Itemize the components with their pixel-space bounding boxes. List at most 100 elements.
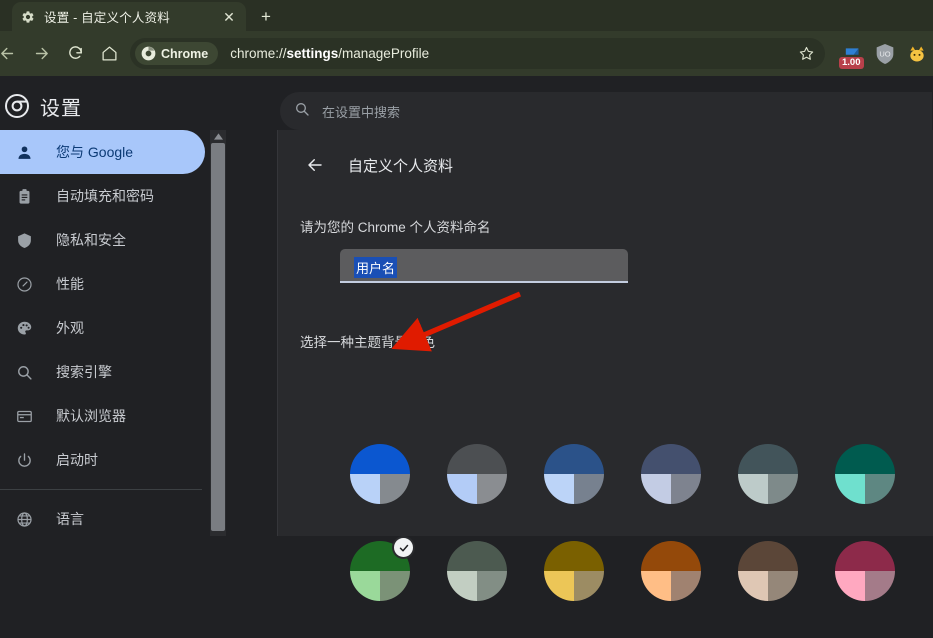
browser-window: 设置 - 自定义个人资料 ✕ + Chrome chrome://settin — [0, 0, 933, 536]
swatch-bottom-left — [738, 474, 768, 504]
sidebar-divider — [0, 489, 202, 490]
swatch-top — [544, 444, 604, 474]
shield-extension-icon[interactable]: UO — [871, 40, 899, 68]
swatch-top — [738, 444, 798, 474]
url-bold: settings — [287, 46, 339, 61]
theme-color-grid — [350, 444, 895, 638]
swatch-bottom-right — [477, 474, 507, 504]
swatch-bottom-left — [447, 474, 477, 504]
theme-color-row — [350, 541, 895, 601]
sidebar-item-label: 语言 — [56, 509, 84, 529]
swatch-top — [544, 541, 604, 571]
check-icon — [394, 538, 413, 557]
browser-tab[interactable]: 设置 - 自定义个人资料 ✕ — [12, 2, 246, 31]
badge-count: 1.00 — [839, 57, 864, 69]
swatch-bottom-right — [574, 571, 604, 601]
sidebar-item-label: 默认浏览器 — [56, 406, 126, 426]
swatch-bottom-left — [447, 571, 477, 601]
shield-icon — [14, 230, 34, 250]
page-title: 设置 — [40, 92, 82, 121]
sidebar-item-privacy-security[interactable]: 隐私和安全 — [0, 218, 205, 262]
clipboard-icon — [14, 186, 34, 206]
swatch-bottom-right — [768, 474, 798, 504]
search-icon — [294, 101, 310, 122]
swatch-bottom-left — [544, 474, 574, 504]
url-prefix: chrome:// — [230, 46, 286, 61]
theme-swatch[interactable] — [544, 444, 604, 504]
sidebar-item-you-and-google[interactable]: 您与 Google — [0, 130, 205, 174]
swatch-bottom-left — [835, 571, 865, 601]
sidebar-item-label: 您与 Google — [56, 142, 133, 162]
tab-title: 设置 - 自定义个人资料 — [44, 7, 220, 26]
swatch-top — [447, 541, 507, 571]
swatch-top — [447, 444, 507, 474]
settings-header: 设置 在设置中搜索 — [0, 76, 933, 130]
theme-swatch[interactable] — [641, 541, 701, 601]
palette-icon — [14, 318, 34, 338]
swatch-bottom-right — [671, 474, 701, 504]
swatch-bottom-left — [641, 474, 671, 504]
chrome-logo-icon — [141, 46, 156, 61]
swatch-top — [835, 541, 895, 571]
theme-swatch[interactable] — [835, 444, 895, 504]
power-icon — [14, 450, 34, 470]
sidebar-item-default-browser[interactable]: 默认浏览器 — [0, 394, 205, 438]
swatch-bottom-right — [671, 571, 701, 601]
chrome-logo-icon — [0, 92, 34, 120]
reload-icon[interactable] — [60, 39, 90, 69]
profile-name-selected-text: 用户名 — [354, 257, 397, 278]
cat-extension-icon[interactable] — [903, 40, 931, 68]
swatch-top — [738, 541, 798, 571]
theme-swatch[interactable] — [447, 444, 507, 504]
theme-swatch[interactable] — [738, 541, 798, 601]
settings-page: 设置 在设置中搜索 您与 Google 自动填充和密码 — [0, 76, 933, 536]
theme-swatch[interactable] — [350, 444, 410, 504]
bookmark-star-icon[interactable] — [793, 41, 819, 67]
extension-badge-icon[interactable]: 1.00 — [839, 40, 867, 68]
theme-swatch[interactable] — [738, 444, 798, 504]
arrow-back-icon[interactable] — [0, 39, 22, 69]
globe-icon — [14, 509, 34, 529]
swatch-bottom-right — [380, 474, 410, 504]
swatch-bottom-right — [380, 571, 410, 601]
sidebar-item-autofill[interactable]: 自动填充和密码 — [0, 174, 205, 218]
scrollbar-thumb[interactable] — [211, 143, 225, 531]
sidebar-item-appearance[interactable]: 外观 — [0, 306, 205, 350]
theme-swatch[interactable] — [447, 541, 507, 601]
name-section-label: 请为您的 Chrome 个人资料命名 — [278, 216, 933, 236]
sidebar-item-search-engine[interactable]: 搜索引擎 — [0, 350, 205, 394]
arrow-back-icon[interactable] — [304, 154, 326, 176]
content-title: 自定义个人资料 — [348, 155, 453, 176]
chrome-chip-label: Chrome — [161, 47, 208, 61]
sidebar-item-label: 启动时 — [56, 450, 98, 470]
address-bar[interactable]: Chrome chrome://settings/manageProfile — [130, 38, 825, 69]
url-suffix: /manageProfile — [338, 46, 429, 61]
swatch-bottom-right — [865, 571, 895, 601]
theme-swatch[interactable] — [641, 444, 701, 504]
profile-name-field-wrap: 用户名 — [340, 249, 628, 285]
sidebar-scrollbar[interactable] — [210, 130, 226, 536]
swatch-top — [350, 444, 410, 474]
home-icon[interactable] — [94, 39, 124, 69]
sidebar-item-languages[interactable]: 语言 — [0, 497, 205, 536]
svg-text:UO: UO — [879, 49, 890, 58]
url-text: chrome://settings/manageProfile — [230, 46, 793, 61]
settings-search-input[interactable]: 在设置中搜索 — [280, 92, 932, 130]
theme-color-row — [350, 444, 895, 504]
sidebar-item-performance[interactable]: 性能 — [0, 262, 205, 306]
theme-swatch[interactable] — [835, 541, 895, 601]
sidebar-item-label: 自动填充和密码 — [56, 186, 154, 206]
scroll-up-arrow-icon[interactable] — [210, 130, 226, 143]
arrow-forward-icon[interactable] — [26, 39, 56, 69]
theme-swatch[interactable] — [350, 541, 410, 601]
theme-swatch[interactable] — [544, 541, 604, 601]
sidebar-item-on-startup[interactable]: 启动时 — [0, 438, 205, 482]
close-icon[interactable]: ✕ — [220, 8, 238, 26]
swatch-bottom-left — [544, 571, 574, 601]
sidebar-item-label: 隐私和安全 — [56, 230, 126, 250]
new-tab-button[interactable]: + — [254, 5, 278, 29]
content-header: 自定义个人资料 — [278, 130, 933, 176]
chrome-origin-chip[interactable]: Chrome — [135, 42, 218, 65]
swatch-top — [835, 444, 895, 474]
sidebar-item-label: 性能 — [56, 274, 84, 294]
